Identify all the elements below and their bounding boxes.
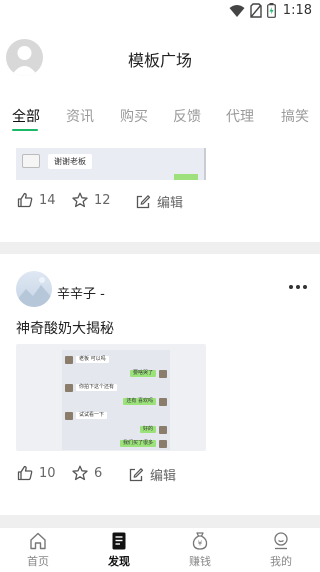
- previous-post-image[interactable]: 谢谢老板: [16, 148, 206, 180]
- post-title[interactable]: 神奇酸奶大揭秘: [16, 318, 114, 338]
- chat-message: 我们买了很多: [119, 440, 156, 447]
- nav-earn-label: 赚钱: [189, 555, 211, 568]
- author-avatar[interactable]: [16, 271, 52, 307]
- wifi-icon: [229, 4, 245, 17]
- chat-message: 要啥哭了: [129, 370, 156, 377]
- edit-button[interactable]: 编辑: [128, 465, 176, 484]
- post-actions: 10 6 编辑: [0, 465, 320, 495]
- chat-avatar: [65, 412, 73, 420]
- edit-icon: [136, 194, 151, 208]
- edit-label: 编辑: [150, 469, 177, 484]
- favorite-button[interactable]: 12: [72, 192, 111, 208]
- nav-home[interactable]: 首页: [8, 531, 68, 569]
- profile-icon: [274, 532, 288, 550]
- chat-avatar: [159, 370, 167, 378]
- chat-avatar: [65, 356, 73, 364]
- nav-profile[interactable]: 我的: [251, 531, 311, 569]
- home-icon: [30, 532, 46, 550]
- tab-agent[interactable]: 代理: [226, 106, 254, 126]
- battery-icon: [266, 3, 276, 18]
- chat-message: 谢谢老板: [48, 154, 92, 169]
- chat-avatar: [159, 426, 167, 434]
- author-name[interactable]: 辛辛子 -: [57, 283, 105, 302]
- favorite-button[interactable]: 6: [72, 465, 102, 481]
- nav-earn[interactable]: ¥ 赚钱: [170, 531, 230, 569]
- tab-buy[interactable]: 购买: [120, 106, 148, 126]
- tab-news[interactable]: 资讯: [66, 106, 94, 126]
- chat-message: 还有 喜欢吗: [123, 398, 156, 405]
- section-divider: [0, 515, 320, 527]
- category-tabs: 全部 资讯 购买 反馈 代理 搞笑: [0, 102, 320, 132]
- chat-message-stub: [174, 174, 198, 180]
- chat-avatar: [65, 384, 73, 392]
- like-button[interactable]: 10: [17, 465, 56, 481]
- favorite-count: 6: [94, 465, 103, 481]
- star-icon: [72, 192, 88, 208]
- like-count: 10: [39, 465, 56, 481]
- chat-avatar: [159, 398, 167, 406]
- image-placeholder-icon: [22, 154, 40, 168]
- page-title: 模板广场: [127, 51, 192, 70]
- money-bag-icon: ¥: [192, 532, 208, 550]
- mountain-landscape-icon: [16, 277, 52, 307]
- tab-funny[interactable]: 搞笑: [281, 106, 309, 126]
- edit-label: 编辑: [157, 196, 184, 211]
- chat-avatar: [159, 440, 167, 448]
- nav-discover[interactable]: 发现: [89, 531, 149, 569]
- svg-text:¥: ¥: [198, 540, 203, 548]
- header: 模板广场: [0, 22, 320, 92]
- discover-icon: [112, 532, 126, 550]
- chat-message: 老板 可以吗: [76, 356, 109, 363]
- chat-message: 好的: [139, 426, 156, 433]
- edit-icon: [129, 467, 144, 481]
- no-sim-icon: [250, 3, 262, 18]
- more-options-icon[interactable]: [288, 284, 308, 290]
- nav-home-label: 首页: [27, 555, 49, 568]
- star-icon: [72, 465, 88, 481]
- active-tab-indicator: [12, 129, 38, 131]
- status-time: 1:18: [282, 3, 312, 18]
- section-divider: [0, 242, 320, 254]
- previous-post-actions: 14 12 编辑: [0, 192, 320, 222]
- favorite-count: 12: [94, 192, 111, 208]
- like-button[interactable]: 14: [17, 192, 56, 208]
- like-count: 14: [39, 192, 56, 208]
- post-image[interactable]: 老板 可以吗 要啥哭了 你拍下这个还有 还有 喜欢吗 试试看一下 好的 我们买了…: [16, 344, 206, 451]
- edit-button[interactable]: 编辑: [135, 192, 183, 211]
- chat-message: 你拍下这个还有: [76, 384, 118, 391]
- chat-message: 试试看一下: [76, 412, 108, 419]
- bottom-navigation: 首页 发现 ¥ 赚钱 我的: [0, 527, 320, 572]
- thumbs-up-icon: [17, 465, 33, 481]
- status-icons: 1:18: [229, 3, 312, 18]
- status-bar: 1:18: [0, 0, 320, 22]
- tab-feedback[interactable]: 反馈: [173, 106, 201, 126]
- thumbs-up-icon: [17, 192, 33, 208]
- tab-all[interactable]: 全部: [12, 106, 40, 126]
- chat-screenshot: 老板 可以吗 要啥哭了 你拍下这个还有 还有 喜欢吗 试试看一下 好的 我们买了…: [62, 350, 170, 450]
- nav-discover-label: 发现: [108, 555, 130, 568]
- nav-profile-label: 我的: [270, 555, 292, 568]
